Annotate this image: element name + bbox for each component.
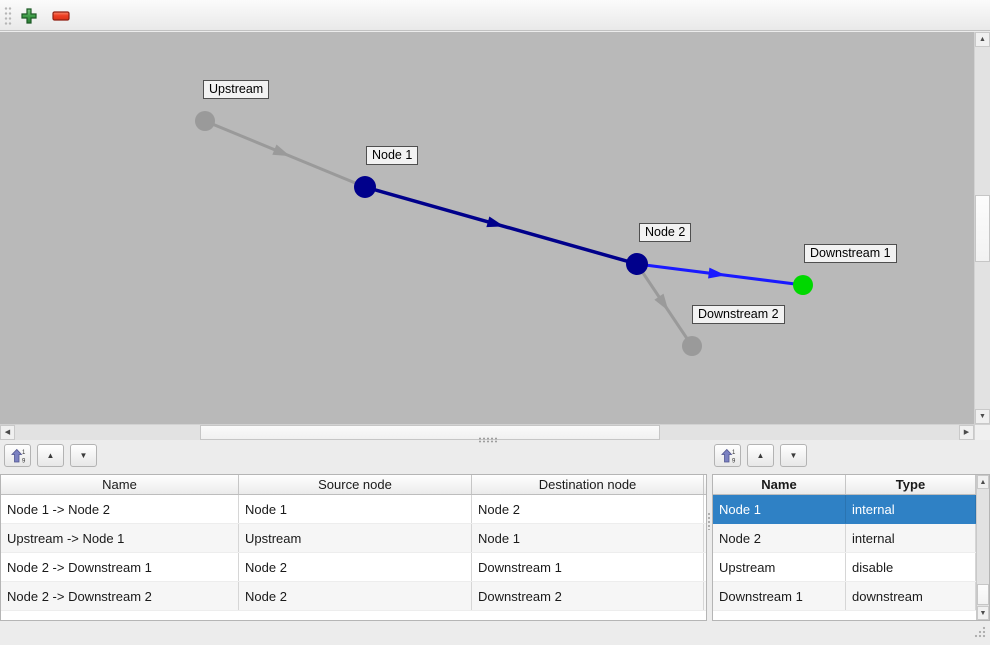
add-node-button[interactable]	[16, 3, 42, 29]
sort-ascending-icon: 1 9	[10, 448, 26, 464]
column-header: Name	[1, 475, 239, 494]
scroll-right-button[interactable]: ▶	[959, 425, 974, 440]
move-node-up-button[interactable]: ▲	[747, 444, 774, 467]
table-cell: Node 2 -> Downstream 1	[1, 553, 239, 581]
table-row[interactable]: Node 1 -> Node 2Node 1Node 2	[1, 495, 706, 524]
graph-node[interactable]	[195, 111, 215, 131]
table-cell: Downstream 1	[713, 582, 846, 610]
table-cell: Downstream 1	[472, 553, 704, 581]
scroll-down-icon: ▼	[980, 610, 987, 617]
column-header: Destination node	[472, 475, 704, 494]
table-cell: Node 2	[713, 524, 846, 552]
table-row[interactable]: Downstream 1downstream	[713, 582, 989, 611]
graph-node[interactable]	[626, 253, 648, 275]
graph-node[interactable]	[682, 336, 702, 356]
node-label[interactable]: Node 1	[366, 146, 418, 165]
move-down-icon: ▼	[790, 451, 798, 460]
column-header: Type	[846, 475, 976, 494]
table-row[interactable]: Node 2 -> Downstream 2Node 2Downstream 2	[1, 582, 706, 611]
toolbar-drag-handle[interactable]	[4, 6, 12, 26]
table-row[interactable]: Upstream -> Node 1UpstreamNode 1	[1, 524, 706, 553]
node-table-toolbar: 1 9 ▲ ▼	[714, 444, 807, 467]
scroll-down-icon: ▼	[979, 413, 986, 420]
table-row[interactable]: Upstreamdisable	[713, 553, 989, 582]
svg-text:9: 9	[732, 458, 736, 464]
scroll-down-button[interactable]: ▼	[977, 606, 989, 620]
table-header-row: NameType	[713, 475, 989, 495]
table-cell: Upstream -> Node 1	[1, 524, 239, 552]
node-label[interactable]: Node 2	[639, 223, 691, 242]
table-cell: disable	[846, 553, 976, 581]
scroll-up-button[interactable]: ▲	[975, 32, 990, 47]
table-row[interactable]: Node 2internal	[713, 524, 989, 553]
table-cell: Node 1	[239, 495, 472, 523]
table-cell: internal	[846, 524, 976, 552]
main-toolbar	[0, 0, 990, 31]
node-table-scrollbar-thumb[interactable]	[977, 584, 989, 605]
move-edge-down-button[interactable]: ▼	[70, 444, 97, 467]
node-label[interactable]: Downstream 1	[804, 244, 897, 263]
horizontal-scrollbar-thumb[interactable]	[200, 425, 660, 440]
table-cell: Upstream	[713, 553, 846, 581]
table-cell: Node 1	[472, 524, 704, 552]
node-label[interactable]: Upstream	[203, 80, 269, 99]
sort-ascending-icon: 1 9	[720, 448, 736, 464]
plus-icon	[20, 7, 38, 25]
edge-arrow-icon	[272, 145, 292, 162]
edge-table-toolbar: 1 9 ▲ ▼	[4, 444, 97, 467]
move-up-icon: ▲	[757, 451, 765, 460]
node-table-scrollbar: ▲ ▼	[976, 475, 989, 620]
move-up-icon: ▲	[47, 451, 55, 460]
sort-nodes-button[interactable]: 1 9	[714, 444, 741, 467]
table-cell: Node 2 -> Downstream 2	[1, 582, 239, 610]
scroll-right-icon: ▶	[964, 429, 969, 436]
node-table: NameType Node 1internalNode 2internalUps…	[712, 474, 990, 621]
svg-text:1: 1	[22, 450, 26, 456]
graph-node[interactable]	[354, 176, 376, 198]
move-down-icon: ▼	[80, 451, 88, 460]
table-cell: Node 1 -> Node 2	[1, 495, 239, 523]
scroll-up-icon: ▲	[980, 479, 987, 486]
application-window: UpstreamNode 1Node 2Downstream 1Downstre…	[0, 0, 990, 645]
scroll-up-button[interactable]: ▲	[977, 475, 989, 489]
table-cell: Node 2	[239, 582, 472, 610]
graph-node[interactable]	[793, 275, 813, 295]
svg-text:1: 1	[732, 450, 736, 456]
graph-canvas[interactable]: Upstream Node 1 Node 2 Downstream 1 Downstre…	[0, 32, 974, 424]
splitter-grip-icon	[478, 437, 498, 443]
scroll-left-icon: ◀	[5, 429, 10, 436]
scroll-up-icon: ▲	[979, 36, 986, 43]
node-label[interactable]: Downstream 2	[692, 305, 785, 324]
table-cell: Node 2	[472, 495, 704, 523]
edge-table: NameSource nodeDestination nodeNode 1 ->…	[0, 474, 707, 621]
table-cell: internal	[846, 495, 976, 523]
table-cell: downstream	[846, 582, 976, 610]
minus-icon	[52, 11, 70, 21]
vertical-scrollbar-thumb[interactable]	[975, 195, 990, 262]
table-row[interactable]: Node 2 -> Downstream 1Node 2Downstream 1	[1, 553, 706, 582]
sort-edges-button[interactable]: 1 9	[4, 444, 31, 467]
table-row[interactable]: Node 1internal	[713, 495, 989, 524]
column-header: Source node	[239, 475, 472, 494]
table-header-row: NameSource nodeDestination node	[1, 475, 706, 495]
scrollbar-corner	[974, 424, 990, 440]
window-resize-grip[interactable]	[972, 624, 988, 640]
canvas-vertical-scrollbar: ▲ ▼	[974, 32, 990, 424]
column-header: Name	[713, 475, 846, 494]
move-edge-up-button[interactable]: ▲	[37, 444, 64, 467]
move-node-down-button[interactable]: ▼	[780, 444, 807, 467]
scroll-left-button[interactable]: ◀	[0, 425, 15, 440]
panel-splitter[interactable]	[0, 440, 990, 444]
table-cell: Node 1	[713, 495, 846, 523]
table-cell: Upstream	[239, 524, 472, 552]
table-cell: Downstream 2	[472, 582, 704, 610]
scroll-down-button[interactable]: ▼	[975, 409, 990, 424]
remove-node-button[interactable]	[48, 3, 74, 29]
table-cell: Node 2	[239, 553, 472, 581]
edge-arrow-icon	[486, 216, 505, 231]
graph-svg	[0, 32, 974, 424]
svg-text:9: 9	[22, 458, 26, 464]
